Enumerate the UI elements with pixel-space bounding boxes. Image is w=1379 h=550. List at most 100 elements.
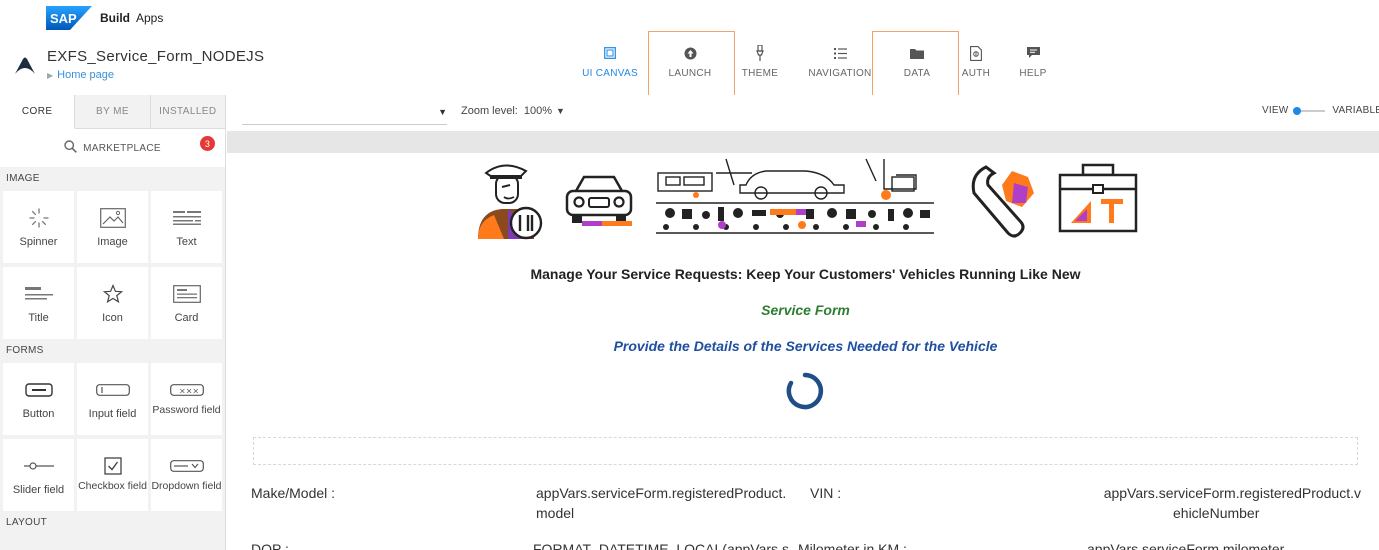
- mechanic-illustration: [478, 164, 543, 240]
- tab-ui-canvas-label: UI CANVAS: [582, 68, 638, 79]
- ui-canvas-icon: [604, 44, 616, 62]
- component-card[interactable]: Card: [151, 267, 222, 339]
- marketplace-badge: 3: [200, 136, 215, 151]
- toggle-knob[interactable]: [1293, 106, 1302, 115]
- view-label: VIEW: [1262, 105, 1289, 116]
- tab-theme-label: THEME: [741, 68, 779, 79]
- tab-auth[interactable]: AUTH: [958, 44, 994, 90]
- component-button-label: Button: [22, 408, 55, 420]
- zoom-dropdown-icon: ▼: [556, 106, 565, 116]
- brand-build: Build: [100, 11, 130, 25]
- component-image[interactable]: Image: [77, 191, 148, 263]
- navigation-list-icon: [833, 44, 847, 62]
- tab-navigation[interactable]: NAVIGATION: [805, 44, 875, 90]
- panel-tabs: CORE BY ME INSTALLED: [0, 95, 225, 129]
- view-variables-toggle[interactable]: VIEW VARIABLES: [1262, 105, 1379, 116]
- tab-installed[interactable]: INSTALLED: [150, 95, 225, 129]
- component-slider-field[interactable]: Slider field: [3, 439, 74, 511]
- form-subtitle: Provide the Details of the Services Need…: [613, 338, 998, 354]
- star-icon: [102, 283, 123, 305]
- page-selector[interactable]: ▼: [242, 103, 447, 125]
- button-icon: [24, 379, 53, 401]
- empty-container-placeholder[interactable]: [253, 437, 1358, 465]
- component-dropdown-field-label: Dropdown field: [151, 480, 222, 492]
- component-password-field-label: Password field: [152, 404, 221, 416]
- project-title[interactable]: EXFS_Service_Form_NODEJS: [47, 48, 264, 65]
- brand-name: Build Apps: [100, 11, 163, 25]
- title-icon: [24, 283, 53, 305]
- tab-by-me[interactable]: BY ME: [75, 95, 151, 129]
- tab-auth-label: AUTH: [961, 68, 991, 79]
- app-logo-icon[interactable]: [13, 57, 37, 75]
- checkbox-icon: [103, 455, 122, 477]
- marketplace-button[interactable]: MARKETPLACE 3: [0, 129, 225, 167]
- tab-help[interactable]: HELP: [1016, 44, 1050, 90]
- component-text[interactable]: Text: [151, 191, 222, 263]
- breadcrumb-caret-icon: ▶: [47, 71, 54, 80]
- tab-navigation-label: NAVIGATION: [808, 68, 872, 79]
- top-header: SAP Build Apps EXFS_Service_Form_NODEJS ▶…: [0, 0, 1379, 98]
- component-title-label: Title: [28, 312, 49, 324]
- canvas-toolbar: ▼ Zoom level: 100% ▼ VIEW VARIABLES: [227, 95, 1379, 131]
- make-model-value-line1: appVars.serviceForm.registeredProduct.: [536, 485, 787, 501]
- loading-spinner: [786, 372, 824, 410]
- zoom-value: 100%: [523, 105, 552, 117]
- component-input-field[interactable]: Input field: [77, 363, 148, 435]
- spinner-icon: [28, 207, 50, 229]
- component-image-label: Image: [97, 236, 128, 248]
- tab-ui-canvas[interactable]: UI CANVAS: [579, 44, 641, 90]
- zoom-control[interactable]: Zoom level: 100% ▼: [461, 105, 565, 117]
- password-field-icon: ×××: [169, 379, 204, 401]
- auth-document-icon: [970, 44, 982, 62]
- component-dropdown-field[interactable]: Dropdown field: [151, 439, 222, 511]
- search-icon: [64, 140, 77, 156]
- card-icon: [172, 283, 201, 305]
- launch-highlight-box: [648, 31, 735, 98]
- milometer-label: Milometer in KM :: [798, 541, 907, 550]
- vin-value-line1: appVars.serviceForm.registeredProduct.v: [1103, 485, 1361, 501]
- help-chat-icon: [1026, 44, 1040, 62]
- input-field-icon: [95, 379, 130, 401]
- assembly-line-illustration: [656, 158, 934, 234]
- image-components-grid: Spinner Image Text Title Icon Card: [0, 191, 225, 339]
- breadcrumb[interactable]: ▶ Home page: [47, 69, 114, 81]
- component-input-field-label: Input field: [88, 408, 137, 420]
- page-headline: Manage Your Service Requests: Keep Your …: [530, 266, 1081, 282]
- component-title[interactable]: Title: [3, 267, 74, 339]
- ui-canvas: Manage Your Service Requests: Keep Your …: [227, 153, 1379, 550]
- car-front-illustration: [565, 175, 633, 226]
- breadcrumb-home-page[interactable]: Home page: [57, 69, 114, 81]
- component-spinner[interactable]: Spinner: [3, 191, 74, 263]
- make-model-value-line2: model: [536, 505, 575, 521]
- section-forms-label: FORMS: [6, 345, 44, 356]
- slider-icon: [23, 455, 54, 477]
- component-password-field[interactable]: ××× Password field: [151, 363, 222, 435]
- component-icon-label: Icon: [102, 312, 123, 324]
- svg-text:×××: ×××: [179, 387, 199, 396]
- milometer-value: appVars.serviceForm.milometer: [1087, 541, 1285, 550]
- sap-logo: SAP: [46, 6, 92, 30]
- component-checkbox-field[interactable]: Checkbox field: [77, 439, 148, 511]
- component-button[interactable]: Button: [3, 363, 74, 435]
- component-spinner-label: Spinner: [19, 236, 58, 248]
- canvas-top-strip: [227, 131, 1379, 153]
- toggle-track[interactable]: [1293, 106, 1326, 115]
- section-image-label: IMAGE: [6, 173, 40, 184]
- component-icon[interactable]: Icon: [77, 267, 148, 339]
- zoom-label: Zoom level:: [461, 105, 518, 117]
- component-checkbox-field-label: Checkbox field: [78, 480, 147, 492]
- component-card-label: Card: [174, 312, 199, 324]
- variables-label: VARIABLES: [1332, 105, 1379, 116]
- dop-value: FORMAT_DATETIME_LOCAL(appVars.s: [533, 541, 789, 550]
- tab-theme[interactable]: THEME: [738, 44, 782, 90]
- image-icon: [99, 207, 126, 229]
- wrench-illustration: [971, 165, 1034, 238]
- form-title: Service Form: [761, 302, 850, 318]
- marketplace-label: MARKETPLACE: [83, 142, 161, 154]
- component-slider-field-label: Slider field: [12, 484, 65, 496]
- form-components-grid: Button Input field ××× Password field Sl…: [0, 363, 225, 511]
- tab-core[interactable]: CORE: [0, 95, 76, 129]
- data-highlight-box: [872, 31, 959, 98]
- dropdown-icon: [169, 455, 204, 477]
- text-icon: [172, 207, 201, 229]
